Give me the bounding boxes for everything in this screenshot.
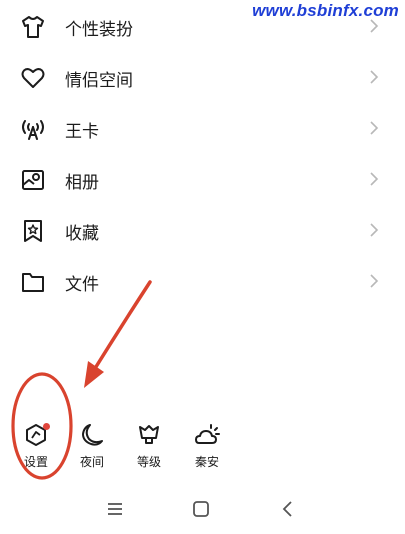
photo-icon bbox=[20, 167, 46, 193]
system-nav-bar bbox=[0, 494, 405, 524]
heart-icon bbox=[20, 65, 46, 91]
moon-icon bbox=[79, 422, 105, 448]
night-mode-button[interactable]: 夜间 bbox=[70, 418, 114, 474]
cloud-sun-icon bbox=[194, 422, 220, 448]
menu-item-couple-space[interactable]: 情侣空间 bbox=[0, 54, 405, 100]
night-label: 夜间 bbox=[79, 455, 104, 469]
chevron-right-icon bbox=[368, 68, 380, 86]
menu-item-files[interactable]: 文件 bbox=[0, 258, 405, 304]
menu-item-label: 王卡 bbox=[65, 122, 99, 142]
menu-item-label: 文件 bbox=[65, 275, 99, 295]
back-nav-icon[interactable] bbox=[277, 498, 299, 520]
chevron-right-icon bbox=[368, 17, 380, 35]
menu-nav-icon[interactable] bbox=[104, 498, 126, 520]
menu-item-label: 相册 bbox=[65, 173, 99, 193]
menu-item-label: 个性装扮 bbox=[65, 20, 133, 40]
menu-item-favorites[interactable]: 收藏 bbox=[0, 207, 405, 253]
chevron-right-icon bbox=[368, 221, 380, 239]
chevron-right-icon bbox=[368, 119, 380, 137]
menu-item-theme[interactable]: 个性装扮 bbox=[0, 3, 405, 49]
level-label: 等级 bbox=[136, 455, 161, 469]
menu-item-label: 情侣空间 bbox=[65, 71, 133, 91]
chevron-right-icon bbox=[368, 272, 380, 290]
annotation-arrow-head bbox=[84, 361, 104, 388]
sleep-button[interactable]: 秦安 bbox=[185, 418, 229, 474]
menu-item-label: 收藏 bbox=[65, 224, 99, 244]
menu-item-album[interactable]: 相册 bbox=[0, 156, 405, 202]
home-nav-icon[interactable] bbox=[190, 498, 212, 520]
notification-dot bbox=[43, 423, 50, 430]
level-button[interactable]: 等级 bbox=[127, 418, 171, 474]
sleep-label: 秦安 bbox=[194, 455, 219, 469]
menu-item-king-card[interactable]: 王卡 bbox=[0, 105, 405, 151]
tshirt-icon bbox=[20, 14, 46, 40]
settings-button[interactable]: 设置 bbox=[14, 418, 58, 474]
chevron-right-icon bbox=[368, 170, 380, 188]
bottom-action-bar: 设置 夜间 等级 秦安 bbox=[0, 418, 405, 478]
folder-icon bbox=[20, 269, 46, 295]
signal-tower-icon bbox=[20, 116, 46, 142]
settings-label: 设置 bbox=[23, 455, 48, 469]
bookmark-star-icon bbox=[20, 218, 46, 244]
crown-cup-icon bbox=[136, 422, 162, 448]
